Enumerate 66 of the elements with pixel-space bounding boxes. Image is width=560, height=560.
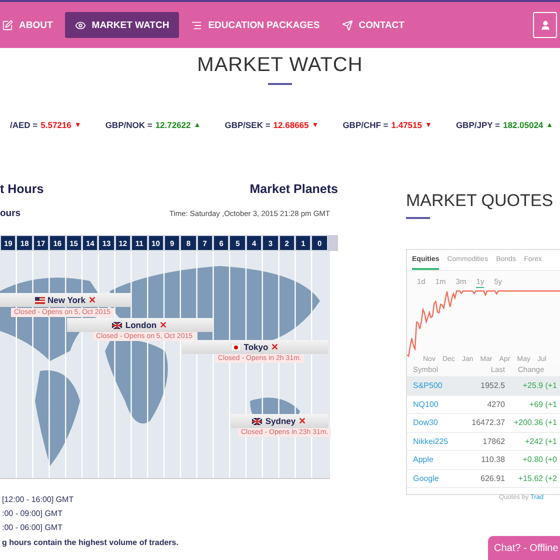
nav-link[interactable]: CONTACT xyxy=(332,12,414,38)
cross-icon: ✕ xyxy=(160,320,168,330)
table-cell-text: +15.62 (+2 xyxy=(517,474,557,483)
flag-icon xyxy=(34,296,45,304)
cross-icon: ✕ xyxy=(88,295,96,305)
table-cell-text: +69 (+1 xyxy=(528,400,557,409)
list-icon xyxy=(191,20,202,30)
session-hours: :00 - 09:00] GMT xyxy=(2,509,64,518)
table-cell-text: 1952.5 xyxy=(480,381,505,390)
rate-value: 1.47515 xyxy=(391,120,422,130)
symbol-link[interactable]: Apple xyxy=(413,455,463,464)
table-cell-text: +25.9 (+1 xyxy=(522,381,557,390)
symbol-link[interactable]: NQ100 xyxy=(413,400,463,409)
eye-icon xyxy=(74,20,86,30)
market-name: Tokyo xyxy=(244,342,268,352)
currency-pair: GBP/NOK = xyxy=(105,120,152,130)
table-cell-text: 17862 xyxy=(482,436,505,446)
table-cell-text: +200.36 (+1 xyxy=(512,418,557,428)
quote-row[interactable]: Nikkei225 17862 +242 (+1 xyxy=(407,432,560,451)
market-name: Sydney xyxy=(265,416,296,426)
rate-value: 12.68665 xyxy=(273,120,309,130)
cross-icon: ✕ xyxy=(271,342,280,352)
quote-row[interactable]: S&P500 1952.5 +25.9 (+1 xyxy=(407,377,560,396)
edit-icon xyxy=(2,20,13,30)
table-cell-text: 4270 xyxy=(486,400,505,409)
section-title: MARKET QUOTES xyxy=(406,191,554,211)
flag-icon xyxy=(252,418,262,424)
session-hours: :00 - 06:00] GMT xyxy=(2,523,64,532)
note-text: g hours contain the highest volume of traders. xyxy=(2,538,180,547)
quote-row[interactable]: Dow30 16472.37 +200.36 (+1 xyxy=(407,414,560,432)
cross-icon: ✕ xyxy=(298,416,307,426)
flag-icon xyxy=(230,344,241,350)
symbol-link[interactable]: Google xyxy=(413,474,463,483)
section-title: Market Planets xyxy=(250,182,338,196)
rate-value: 5.57216 xyxy=(40,120,72,130)
quote-row[interactable]: Google 626.91 +15.62 (+2 xyxy=(407,470,560,488)
user-icon xyxy=(540,20,550,30)
quote-row[interactable]: Apple 110.38 +0.80 (+0 xyxy=(407,451,560,470)
currency-pair: GBP/JPY = xyxy=(456,120,500,130)
page-title: MARKET WATCH xyxy=(196,54,364,77)
nav-link[interactable]: ABOUT xyxy=(0,12,63,38)
session-hours: [12:00 - 16:00] GMT xyxy=(2,495,75,504)
paper-plane-icon xyxy=(342,20,353,30)
symbol-link[interactable]: Dow30 xyxy=(413,418,463,428)
currency-pair: GBP/CHF = xyxy=(342,120,388,130)
table-cell-text: 16472.37 xyxy=(470,418,505,428)
table-cell-text: +242 (+1 xyxy=(524,436,557,446)
subheading: ours xyxy=(0,208,21,219)
market-name: London xyxy=(125,320,157,330)
table-cell-text: +0.80 (+0 xyxy=(522,455,557,464)
section-title: t Hours xyxy=(0,182,44,196)
currency-pair: GBP/SEK = xyxy=(224,120,270,130)
table-cell-text: 626.91 xyxy=(480,474,505,483)
symbol-link[interactable]: Nikkei225 xyxy=(413,436,463,446)
chat-button[interactable]: Chat? - Offline xyxy=(488,536,560,560)
quote-row[interactable]: NQ100 4270 +69 (+1 xyxy=(407,396,560,414)
market-name: New York xyxy=(48,295,86,305)
symbol-link[interactable]: S&P500 xyxy=(413,381,463,390)
rate-value: 182.05024 xyxy=(502,120,544,130)
currency-pair: /AED = xyxy=(10,120,38,130)
table-cell-text: 110.38 xyxy=(480,455,505,464)
flag-icon xyxy=(112,322,122,328)
user-button[interactable] xyxy=(533,12,557,38)
rate-value: 12.72622 xyxy=(155,120,191,130)
nav-link[interactable]: MARKET WATCH xyxy=(64,12,180,38)
nav-link[interactable]: EDUCATION PACKAGES xyxy=(181,12,330,38)
